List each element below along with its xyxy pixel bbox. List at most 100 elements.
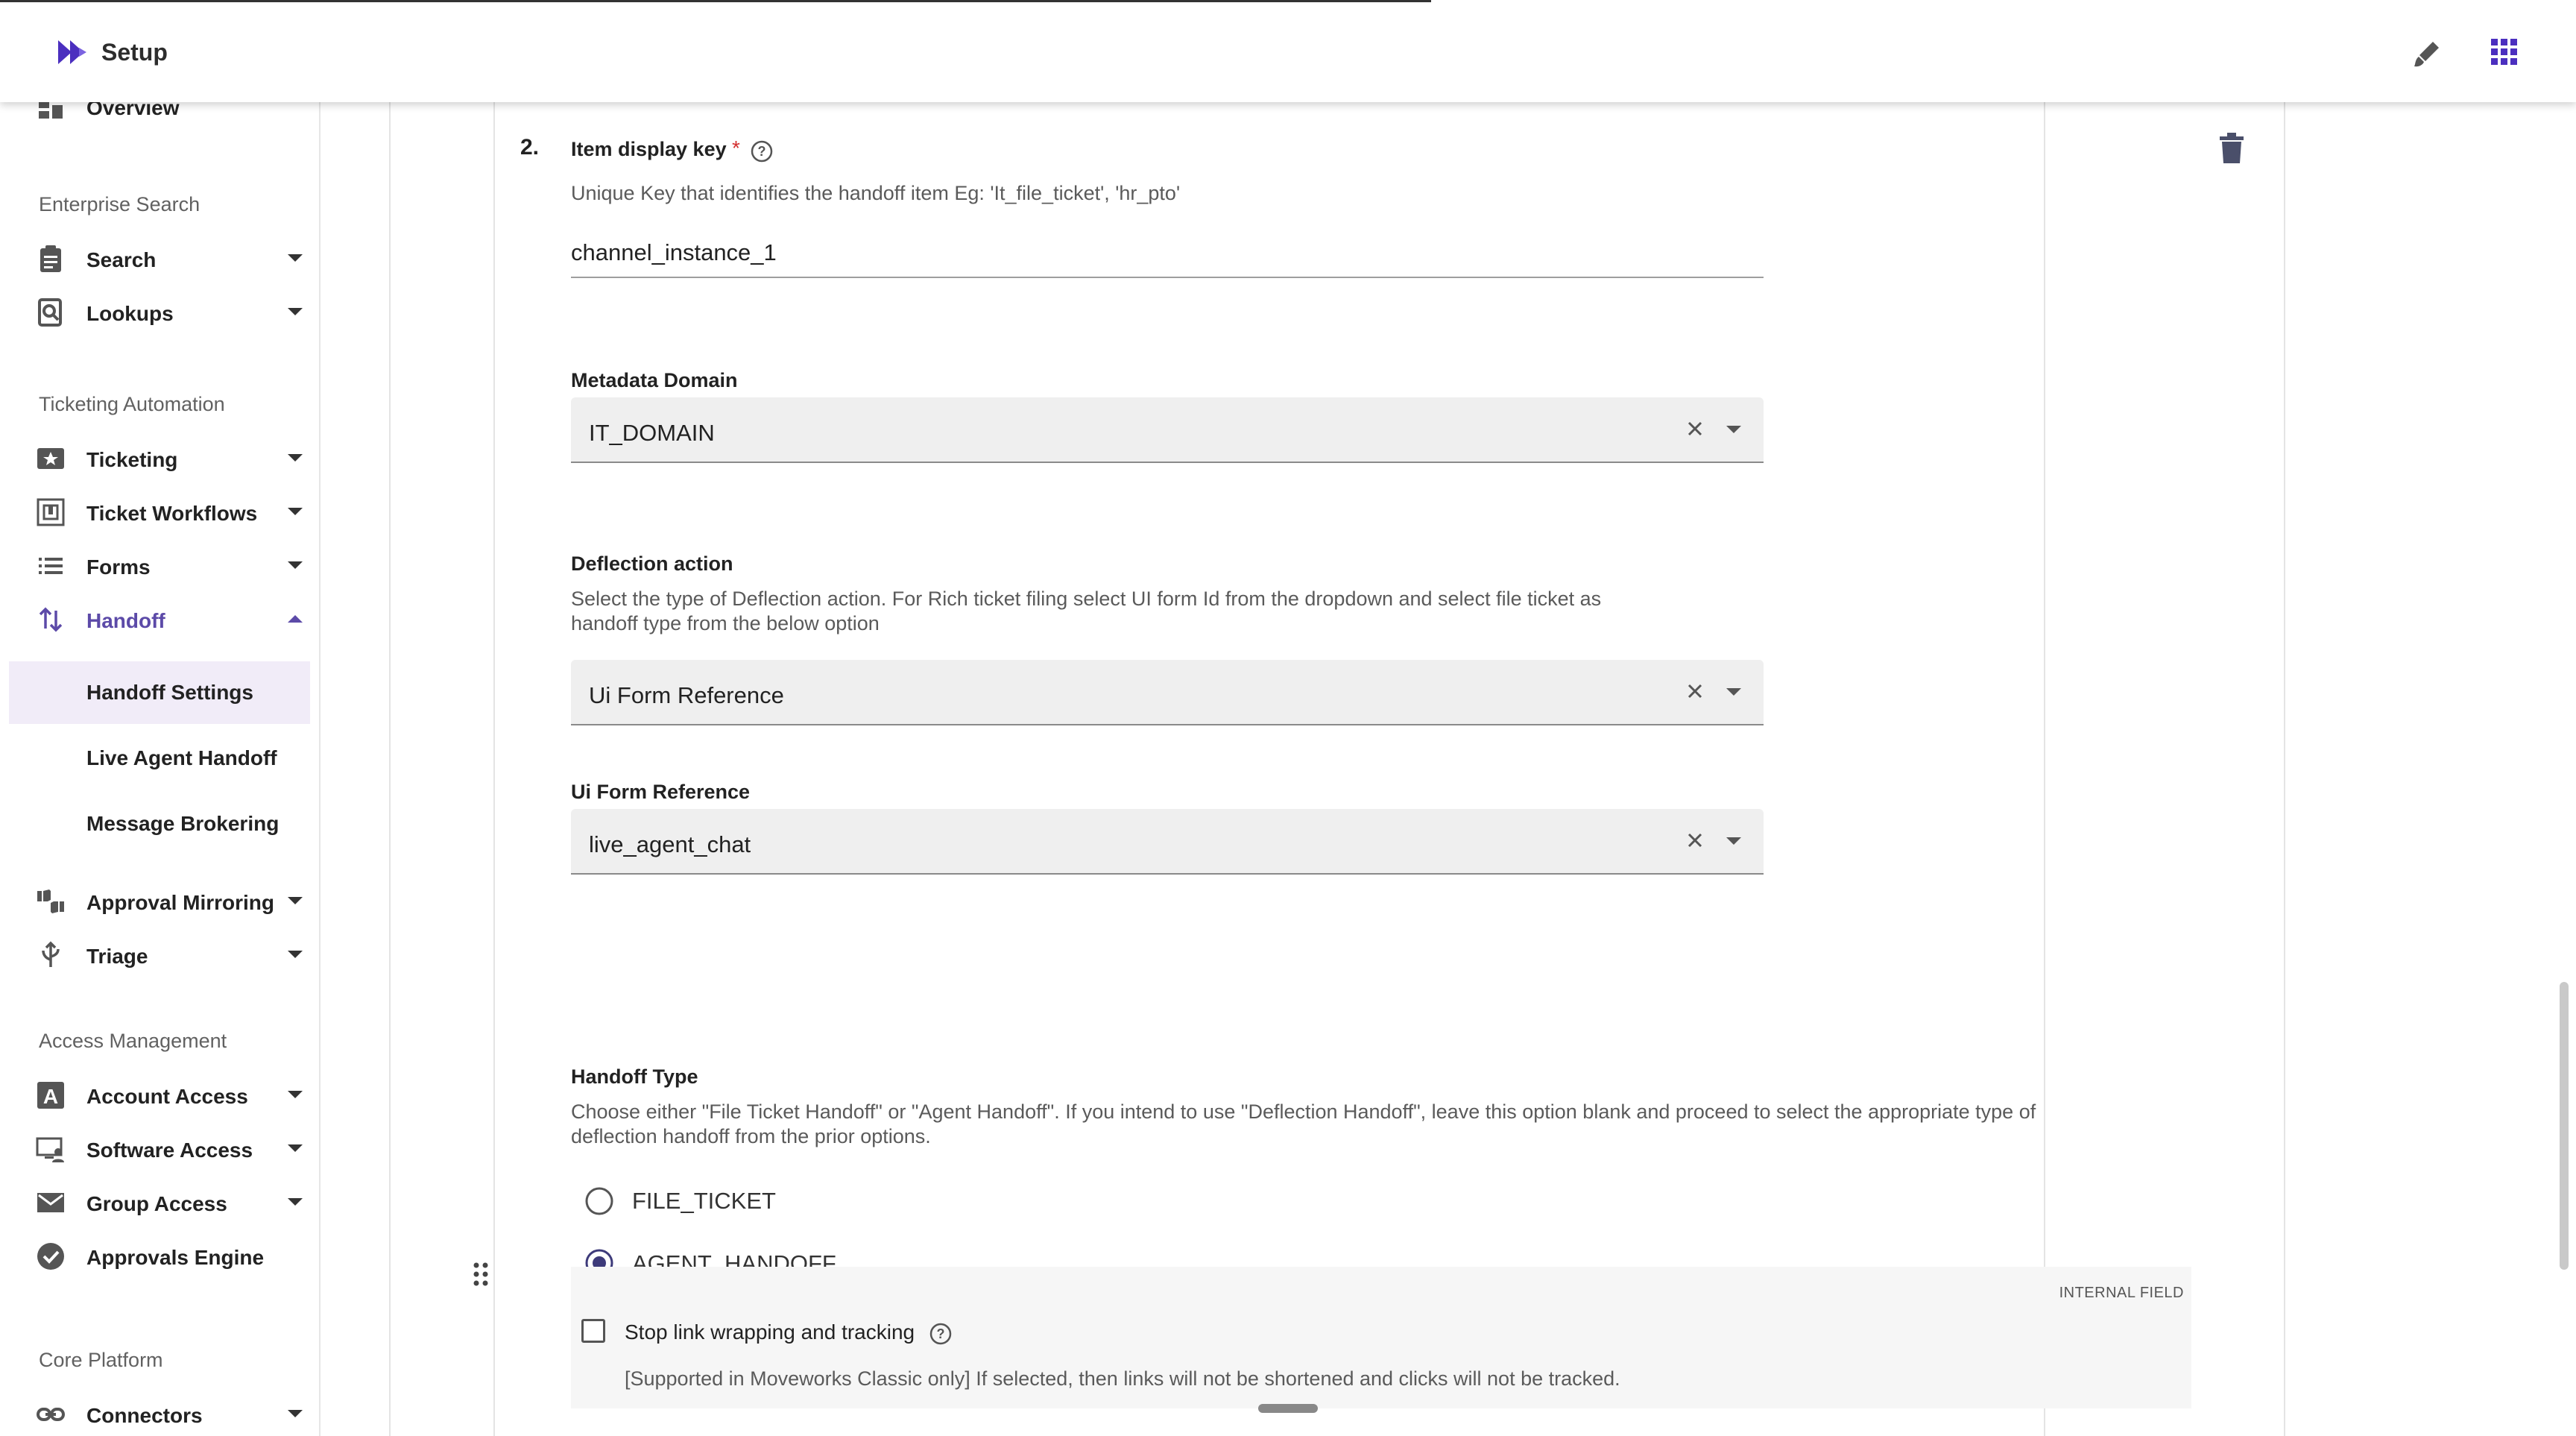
- chevron-down-icon: [288, 1410, 303, 1417]
- dashboard-icon: [39, 102, 63, 119]
- monitor-person-icon: [36, 1137, 64, 1162]
- clear-icon[interactable]: [1683, 828, 1707, 852]
- item-number: 2.: [520, 135, 540, 160]
- clear-icon[interactable]: [1683, 679, 1707, 703]
- section-label-core-platform: Core Platform: [39, 1349, 163, 1371]
- sidebar-item-ticketing[interactable]: Ticketing: [30, 438, 313, 479]
- document-search-icon: [38, 298, 62, 327]
- stop-link-wrapping-checkbox[interactable]: [581, 1319, 605, 1343]
- svg-text:?: ?: [758, 144, 766, 159]
- sidebar-item-label: Account Access: [86, 1085, 248, 1108]
- chevron-down-icon: [288, 1198, 303, 1206]
- internal-field-tag: INTERNAL FIELD: [2059, 1285, 2184, 1301]
- resize-handle[interactable]: [1258, 1404, 1318, 1413]
- select-value: Ui Form Reference: [589, 682, 784, 708]
- sidebar-item-label: Software Access: [86, 1139, 253, 1162]
- main-scrollbar[interactable]: [2560, 982, 2569, 1270]
- stop-link-wrapping-help: [Supported in Moveworks Classic only] If…: [625, 1367, 1620, 1390]
- sidebar-item-label: Approvals Engine: [86, 1246, 265, 1269]
- sidebar-item-group-access[interactable]: Group Access: [30, 1182, 313, 1224]
- sidebar: Overview Enterprise Search Search Lookup…: [0, 102, 321, 1436]
- sidebar-item-label: Message Brokering: [86, 812, 280, 835]
- metadata-domain-select[interactable]: IT_DOMAIN: [571, 397, 1764, 463]
- drag-handle-icon[interactable]: [470, 1261, 492, 1288]
- handoff-type-help-line2: deflection handoff from the prior option…: [571, 1125, 931, 1147]
- ui-form-reference-label: Ui Form Reference: [571, 781, 751, 803]
- svg-text:A: A: [43, 1085, 58, 1108]
- main-content: 2. Item display key * ? Unique Key that …: [321, 102, 2576, 1436]
- sidebar-item-label: Live Agent Handoff: [86, 746, 277, 769]
- sidebar-item-label: Group Access: [86, 1192, 227, 1215]
- apps-grid-icon[interactable]: [2490, 37, 2519, 67]
- deflection-action-help-line2: handoff type from the below option: [571, 612, 880, 634]
- sidebar-item-triage[interactable]: Triage: [30, 934, 313, 976]
- sidebar-item-handoff-settings[interactable]: Handoff Settings: [9, 661, 310, 724]
- sidebar-item-account-access[interactable]: A Account Access: [30, 1074, 313, 1116]
- chevron-down-icon: [288, 561, 303, 569]
- handoff-type-help-line1: Choose either "File Ticket Handoff" or "…: [571, 1100, 2036, 1123]
- sidebar-item-label: Approval Mirroring: [86, 891, 275, 914]
- sidebar-item-overview[interactable]: Overview: [30, 102, 313, 127]
- item-display-key-label: Item display key: [571, 138, 727, 160]
- clear-icon[interactable]: [1683, 417, 1707, 441]
- triage-icon: [42, 941, 60, 967]
- link-icon: [37, 1408, 65, 1421]
- metadata-domain-label: Metadata Domain: [571, 369, 738, 391]
- chevron-down-icon[interactable]: [1726, 837, 1741, 845]
- sidebar-item-handoff[interactable]: Handoff: [30, 599, 313, 640]
- handoff-type-label: Handoff Type: [571, 1065, 698, 1088]
- deflection-action-label: Deflection action: [571, 552, 733, 575]
- section-label-ticketing-automation: Ticketing Automation: [39, 393, 225, 415]
- select-value: IT_DOMAIN: [589, 420, 715, 446]
- sidebar-item-connectors[interactable]: Connectors: [30, 1394, 313, 1435]
- chevron-down-icon: [288, 508, 303, 515]
- chevron-down-icon[interactable]: [1726, 426, 1741, 433]
- sidebar-item-forms[interactable]: Forms: [30, 545, 313, 587]
- input-value: channel_instance_1: [571, 239, 777, 265]
- sidebar-item-label: Overview: [86, 102, 180, 119]
- chevron-down-icon: [288, 308, 303, 315]
- sidebar-item-lookups[interactable]: Lookups: [30, 292, 313, 333]
- chevron-down-icon: [288, 951, 303, 958]
- swap-vertical-icon: [39, 607, 63, 632]
- chevron-down-icon: [288, 254, 303, 262]
- deflection-action-help-line1: Select the type of Deflection action. Fo…: [571, 588, 1602, 610]
- thumbs-up-down-icon: [37, 889, 64, 913]
- sidebar-item-live-agent-handoff[interactable]: Live Agent Handoff: [9, 727, 310, 790]
- brush-icon[interactable]: [2411, 37, 2443, 70]
- section-label-enterprise-search: Enterprise Search: [39, 193, 201, 215]
- sidebar-item-label: Connectors: [86, 1404, 203, 1427]
- radio-file-ticket[interactable]: [584, 1186, 614, 1216]
- sidebar-item-ticket-workflows[interactable]: Ticket Workflows: [30, 491, 313, 533]
- ticket-star-icon: [37, 448, 64, 469]
- sidebar-item-message-brokering[interactable]: Message Brokering: [9, 793, 310, 855]
- item-display-key-help: Unique Key that identifies the handoff i…: [571, 182, 1181, 204]
- delete-icon[interactable]: [2218, 132, 2245, 165]
- app-title: Setup: [101, 39, 168, 66]
- sidebar-item-label: Search: [86, 248, 157, 271]
- chevron-down-icon[interactable]: [1726, 688, 1741, 696]
- sidebar-item-label: Ticket Workflows: [86, 502, 258, 525]
- check-circle-icon: [37, 1243, 64, 1270]
- item-display-key-input[interactable]: channel_instance_1: [571, 230, 1764, 278]
- radio-label-file-ticket[interactable]: FILE_TICKET: [632, 1188, 776, 1215]
- deflection-action-select[interactable]: Ui Form Reference: [571, 660, 1764, 725]
- chevron-up-icon: [288, 615, 303, 623]
- sidebar-item-software-access[interactable]: Software Access: [30, 1128, 313, 1170]
- sidebar-item-label: Handoff: [86, 609, 165, 632]
- clipboard-icon: [40, 245, 61, 272]
- help-icon[interactable]: ?: [750, 139, 774, 163]
- chevron-down-icon: [288, 897, 303, 904]
- stop-link-wrapping-label[interactable]: Stop link wrapping and tracking: [625, 1320, 915, 1344]
- help-icon[interactable]: ?: [929, 1322, 953, 1346]
- select-value: live_agent_chat: [589, 831, 751, 857]
- sidebar-item-label: Forms: [86, 555, 151, 579]
- chevron-down-icon: [288, 1144, 303, 1152]
- ui-form-reference-select[interactable]: live_agent_chat: [571, 809, 1764, 875]
- sidebar-item-approvals-engine[interactable]: Approvals Engine: [30, 1235, 313, 1277]
- handoff-item-card: [493, 102, 2285, 1436]
- sidebar-item-search[interactable]: Search: [30, 238, 313, 280]
- workflow-icon: [37, 498, 65, 526]
- setup-logo-icon[interactable]: [57, 37, 89, 67]
- sidebar-item-approval-mirroring[interactable]: Approval Mirroring: [30, 881, 313, 922]
